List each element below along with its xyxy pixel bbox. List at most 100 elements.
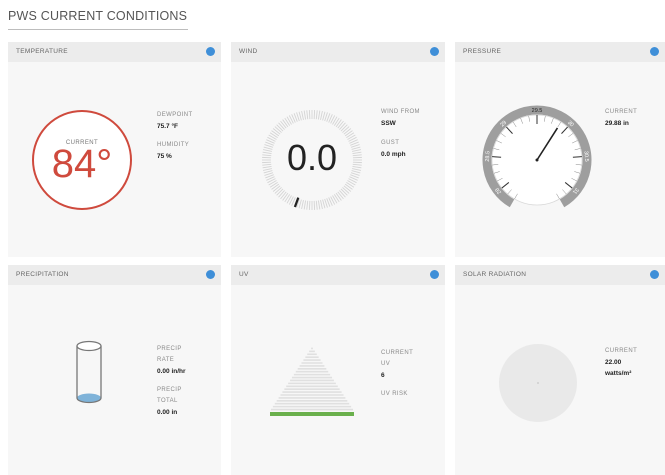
temperature-card: TEMPERATURE CURRENT 84° DEWPOINT 75.7 °F… bbox=[8, 42, 221, 257]
wind-dial-tick bbox=[322, 111, 326, 121]
wind-speed-value: 0.0 bbox=[286, 137, 338, 178]
dewpoint-label: DEWPOINT bbox=[157, 112, 193, 118]
precip-rate-label-2: RATE bbox=[157, 357, 175, 363]
solar-radiation-card-header: SOLAR RADIATION bbox=[455, 265, 665, 285]
precip-total-label-2: TOTAL bbox=[157, 398, 178, 404]
wind-dial-tick bbox=[335, 192, 342, 201]
solar-radiation-card: SOLAR RADIATION CURRENT 22.00 watts/m² bbox=[455, 265, 665, 475]
pressure-tick-label: 30.5 bbox=[582, 151, 589, 162]
gust-value: 0.0 mph bbox=[381, 151, 406, 158]
dewpoint-value: 75.7 °F bbox=[157, 123, 179, 130]
uv-index-pyramid bbox=[270, 347, 354, 416]
uv-level-bar bbox=[270, 412, 354, 416]
gust-label: GUST bbox=[381, 140, 400, 146]
wind-dial-tick bbox=[272, 128, 281, 135]
pressure-info-icon[interactable] bbox=[650, 47, 659, 56]
wind-dial-tick bbox=[301, 200, 304, 210]
temperature-info-icon[interactable] bbox=[206, 47, 215, 56]
wind-dial-tick bbox=[303, 200, 307, 210]
pressure-tick-label: 29.5 bbox=[532, 108, 543, 114]
wind-from-value: SSW bbox=[381, 120, 396, 127]
uv-current-label-2: UV bbox=[381, 361, 391, 367]
wind-dial-tick bbox=[282, 192, 289, 201]
wind-dial-tick bbox=[276, 188, 284, 196]
wind-dial-tick bbox=[317, 110, 321, 120]
wind-dial-tick bbox=[337, 191, 344, 200]
rain-gauge-cylinder-icon bbox=[76, 340, 102, 404]
pressure-needle-hub bbox=[535, 158, 539, 162]
wind-dial-tick bbox=[306, 110, 309, 120]
wind-dial-tick bbox=[342, 126, 350, 133]
solar-radiation-info-icon[interactable] bbox=[650, 270, 659, 279]
uv-info-icon[interactable] bbox=[430, 270, 439, 279]
wind-dial-tick bbox=[320, 200, 323, 210]
wind-dial-tick bbox=[344, 130, 353, 137]
solar-current-value: 22.00 bbox=[605, 359, 622, 366]
wind-info-icon[interactable] bbox=[430, 47, 439, 56]
uv-current-label: CURRENT bbox=[381, 350, 414, 356]
wind-dial-tick bbox=[342, 187, 350, 194]
wind-dial-tick bbox=[315, 200, 318, 210]
wind-dial-tick bbox=[339, 190, 346, 198]
solar-current-label: CURRENT bbox=[605, 348, 638, 354]
pressure-tick-label: 28.5 bbox=[485, 151, 492, 162]
wind-card: WIND 0.0 WIND FROM SSW GUST 0.0 mph bbox=[231, 42, 445, 257]
wind-from-label: WIND FROM bbox=[381, 109, 420, 115]
wind-dial-tick bbox=[343, 128, 352, 135]
wind-dial-tick bbox=[278, 122, 285, 130]
wind-dial-tick bbox=[335, 119, 342, 128]
wind-dial-tick bbox=[271, 130, 280, 137]
solar-radiation-card-title: SOLAR RADIATION bbox=[463, 271, 527, 278]
uv-card-header: UV bbox=[231, 265, 445, 285]
wind-dial-tick bbox=[340, 188, 348, 196]
wind-dial-tick bbox=[274, 187, 282, 194]
precipitation-card-header: PRECIPITATION bbox=[8, 265, 221, 285]
temperature-card-title: TEMPERATURE bbox=[16, 48, 68, 55]
page-title: PWS CURRENT CONDITIONS bbox=[8, 9, 188, 23]
wind-dial-tick bbox=[337, 120, 344, 129]
precipitation-card: PRECIPITATION PRECIP RATE 0.00 in/hr PRE… bbox=[8, 265, 221, 475]
wind-dial-tick bbox=[280, 120, 287, 129]
pressure-card-header: PRESSURE bbox=[455, 42, 665, 62]
precip-rate-label: PRECIP bbox=[157, 346, 182, 352]
humidity-value: 75 % bbox=[157, 153, 172, 160]
pressure-current-value: 29.88 in bbox=[605, 120, 629, 127]
precipitation-card-title: PRECIPITATION bbox=[16, 271, 69, 278]
wind-dial-tick bbox=[278, 190, 285, 198]
wind-dial-tick bbox=[298, 111, 302, 121]
precip-rate-value: 0.00 in/hr bbox=[157, 368, 186, 375]
wind-dial-tick bbox=[320, 110, 323, 120]
wind-dial-tick bbox=[280, 191, 287, 200]
wind-dial-tick bbox=[344, 183, 353, 190]
uv-current-value: 6 bbox=[381, 372, 385, 379]
wind-dial-tick bbox=[271, 183, 280, 190]
pressure-card: PRESSURE 29 29.5 30 28.5 30.5 28 31 CURRENT 29… bbox=[455, 42, 665, 257]
title-divider bbox=[8, 29, 188, 30]
precip-total-label: PRECIP bbox=[157, 387, 182, 393]
wind-dial-tick bbox=[272, 185, 281, 192]
pressure-major-tick bbox=[492, 156, 502, 158]
precip-total-value: 0.00 in bbox=[157, 409, 178, 416]
wind-dial-tick bbox=[298, 199, 302, 209]
wind-dial-tick bbox=[322, 199, 326, 209]
wind-dial-tick bbox=[340, 124, 348, 132]
wind-dial-tick bbox=[317, 200, 321, 210]
solar-unit: watts/m² bbox=[605, 370, 632, 377]
wind-card-title: WIND bbox=[239, 48, 258, 55]
wind-dial-tick bbox=[303, 110, 307, 120]
wind-dial-tick bbox=[306, 200, 309, 210]
precipitation-info-icon[interactable] bbox=[206, 270, 215, 279]
wind-dial-tick bbox=[274, 126, 282, 133]
wind-dial-tick bbox=[343, 185, 352, 192]
temperature-card-header: TEMPERATURE bbox=[8, 42, 221, 62]
wind-dial-tick bbox=[301, 110, 304, 120]
pressure-major-tick bbox=[572, 156, 582, 158]
uv-card-title: UV bbox=[239, 271, 249, 278]
uv-risk-label: UV RISK bbox=[381, 391, 408, 397]
uv-card: UV CURRENT UV 6 UV RISK bbox=[231, 265, 445, 475]
wind-dial-tick bbox=[339, 122, 346, 130]
temperature-current-value: 84° bbox=[51, 142, 113, 186]
wind-dial-tick bbox=[276, 124, 284, 132]
pressure-current-label: CURRENT bbox=[605, 109, 638, 115]
humidity-label: HUMIDITY bbox=[157, 142, 190, 148]
